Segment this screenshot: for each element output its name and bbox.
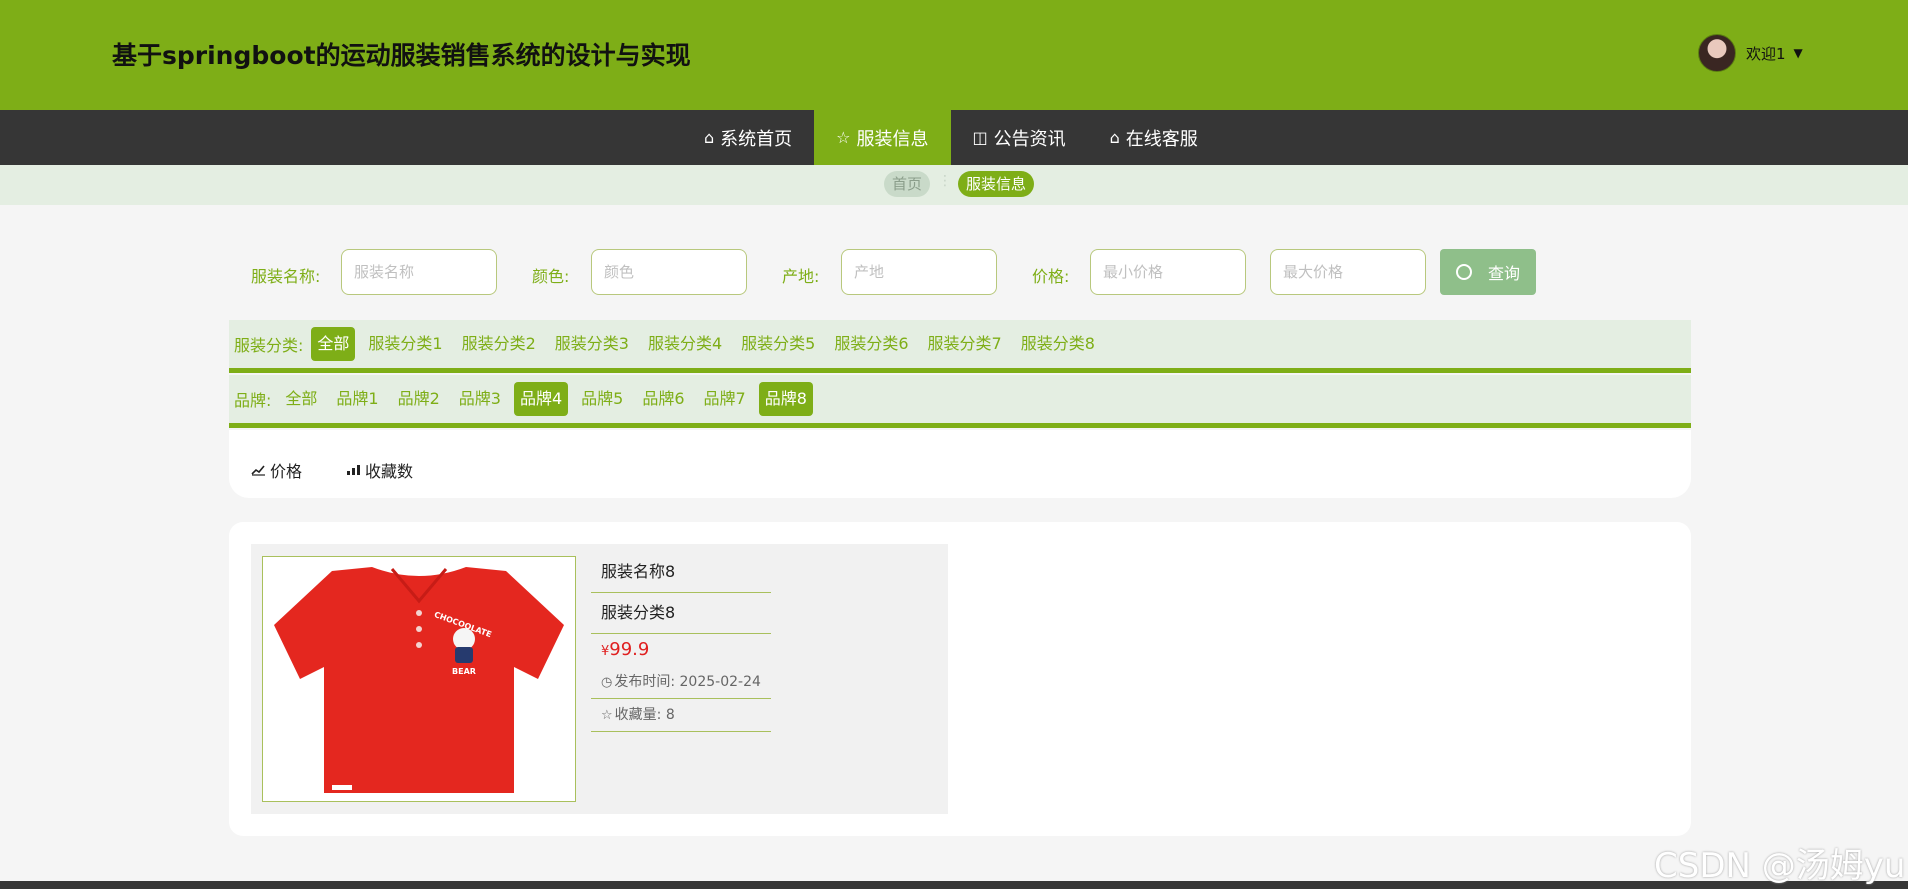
brand-filter-label: 品牌: bbox=[234, 391, 272, 410]
publish-date: 2025-02-24 bbox=[679, 674, 761, 690]
user-welcome-label[interactable]: 欢迎1 bbox=[1746, 43, 1786, 64]
max-price-input[interactable] bbox=[1270, 249, 1426, 295]
nav-item-support[interactable]: ⌂ 在线客服 bbox=[1088, 110, 1220, 165]
user-menu[interactable]: 欢迎1 ▼ bbox=[1698, 34, 1803, 72]
search-icon bbox=[1455, 264, 1472, 280]
site-header: 基于springboot的运动服装销售系统的设计与实现 欢迎1 ▼ bbox=[0, 0, 1908, 110]
sort-by-favorites[interactable]: 收藏数 bbox=[346, 458, 413, 482]
category-option[interactable]: 服装分类2 bbox=[456, 327, 542, 361]
nav-item-label: 系统首页 bbox=[720, 128, 793, 150]
star-icon: ☆ bbox=[836, 128, 851, 147]
origin-filter-label: 产地: bbox=[782, 267, 820, 286]
brand-option[interactable]: 品牌3 bbox=[453, 382, 507, 416]
category-filter-label: 服装分类: bbox=[234, 336, 304, 355]
brand-filter: 品牌: 全部 品牌1 品牌2 品牌3 品牌4 品牌5 品牌6 品牌7 品牌8 bbox=[229, 375, 1691, 428]
sort-bar: 价格 收藏数 bbox=[229, 430, 1691, 498]
origin-input[interactable] bbox=[841, 249, 997, 295]
category-option[interactable]: 服装分类5 bbox=[735, 327, 821, 361]
footer-strip bbox=[0, 881, 1908, 889]
nav-item-label: 在线客服 bbox=[1125, 128, 1198, 150]
breadcrumb: 首页 ⋮ 服装信息 bbox=[0, 165, 1908, 205]
name-input[interactable] bbox=[341, 249, 497, 295]
brand-option[interactable]: 品牌2 bbox=[392, 382, 446, 416]
brand-option[interactable]: 品牌4 bbox=[513, 382, 569, 416]
category-filter: 服装分类: 全部 服装分类1 服装分类2 服装分类3 服装分类4 服装分类5 服… bbox=[229, 320, 1691, 373]
site-title: 基于springboot的运动服装销售系统的设计与实现 bbox=[112, 41, 691, 70]
brand-option[interactable]: 品牌8 bbox=[758, 382, 813, 416]
product-list: CHOCOOLATE BEAR 服装名称8 服装分类8 ¥99.9 ◷ 发布时间:… bbox=[229, 522, 1691, 836]
category-option[interactable]: 服装分类7 bbox=[922, 327, 1008, 361]
breadcrumb-separator: ⋮ bbox=[938, 173, 952, 189]
product-info: 服装名称8 服装分类8 ¥99.9 ◷ 发布时间: 2025-02-24 ☆ 收藏量… bbox=[591, 552, 771, 732]
avatar[interactable] bbox=[1698, 34, 1736, 72]
caret-down-icon[interactable]: ▼ bbox=[1794, 46, 1803, 60]
category-option[interactable]: 服装分类8 bbox=[1015, 327, 1101, 361]
brand-option[interactable]: 品牌7 bbox=[698, 382, 752, 416]
sort-price-label: 价格 bbox=[270, 462, 303, 481]
search-button[interactable]: 查询 bbox=[1440, 249, 1536, 295]
home-icon: ⌂ bbox=[704, 128, 715, 147]
search-filters: 服装名称: 颜色: 产地: 价格: 查询 bbox=[0, 249, 1908, 297]
brand-option-all[interactable]: 全部 bbox=[279, 382, 323, 416]
brand-option[interactable]: 品牌6 bbox=[636, 382, 690, 416]
favorites-count: 8 bbox=[665, 707, 675, 723]
product-favorites: ☆ 收藏量: 8 bbox=[591, 699, 771, 732]
trend-line-icon bbox=[251, 465, 265, 476]
color-input[interactable] bbox=[591, 249, 747, 295]
product-name[interactable]: 服装名称8 bbox=[591, 552, 771, 593]
color-filter-label: 颜色: bbox=[532, 267, 570, 286]
product-image-frame: CHOCOOLATE BEAR bbox=[262, 556, 576, 802]
product-image[interactable]: CHOCOOLATE BEAR bbox=[274, 567, 564, 793]
watermark: CSDN @汤姆yu bbox=[1654, 846, 1906, 886]
breadcrumb-home[interactable]: 首页 bbox=[884, 171, 931, 197]
product-category: 服装分类8 bbox=[591, 593, 771, 634]
main-nav: ⌂ 系统首页 ☆ 服装信息 ◫ 公告资讯 ⌂ 在线客服 bbox=[0, 110, 1908, 165]
home-icon: ⌂ bbox=[1109, 128, 1120, 147]
nav-item-news[interactable]: ◫ 公告资讯 bbox=[951, 110, 1088, 165]
sort-by-price[interactable]: 价格 bbox=[251, 458, 302, 482]
name-filter-label: 服装名称: bbox=[251, 267, 321, 286]
product-card[interactable]: CHOCOOLATE BEAR 服装名称8 服装分类8 ¥99.9 ◷ 发布时间:… bbox=[251, 544, 948, 814]
category-option[interactable]: 服装分类1 bbox=[362, 327, 448, 361]
product-publish-time: ◷ 发布时间: 2025-02-24 bbox=[591, 666, 771, 699]
brand-option[interactable]: 品牌1 bbox=[330, 382, 384, 416]
brand-option[interactable]: 品牌5 bbox=[575, 382, 629, 416]
bag-icon: ◫ bbox=[972, 128, 988, 147]
category-option-all[interactable]: 全部 bbox=[311, 327, 356, 361]
category-option[interactable]: 服装分类6 bbox=[828, 327, 914, 361]
breadcrumb-current: 服装信息 bbox=[958, 171, 1035, 197]
clock-icon: ◷ bbox=[601, 675, 613, 690]
product-price-value: 99.9 bbox=[609, 639, 650, 660]
shirt-print-bottom: BEAR bbox=[452, 667, 476, 676]
product-price: ¥99.9 bbox=[591, 634, 771, 666]
price-filter-label: 价格: bbox=[1032, 267, 1070, 286]
favorites-label: 收藏量: bbox=[614, 707, 662, 723]
search-button-label: 查询 bbox=[1487, 266, 1520, 283]
nav-item-clothing[interactable]: ☆ 服装信息 bbox=[814, 110, 951, 165]
min-price-input[interactable] bbox=[1090, 249, 1246, 295]
nav-item-label: 公告资讯 bbox=[993, 128, 1066, 150]
nav-item-home[interactable]: ⌂ 系统首页 bbox=[682, 110, 814, 165]
category-option[interactable]: 服装分类4 bbox=[642, 327, 728, 361]
nav-item-label: 服装信息 bbox=[856, 128, 929, 150]
publish-label: 发布时间: bbox=[614, 674, 676, 690]
star-icon: ☆ bbox=[601, 708, 613, 723]
sort-favorites-label: 收藏数 bbox=[365, 462, 414, 481]
category-option[interactable]: 服装分类3 bbox=[549, 327, 635, 361]
bar-chart-icon bbox=[347, 465, 360, 475]
